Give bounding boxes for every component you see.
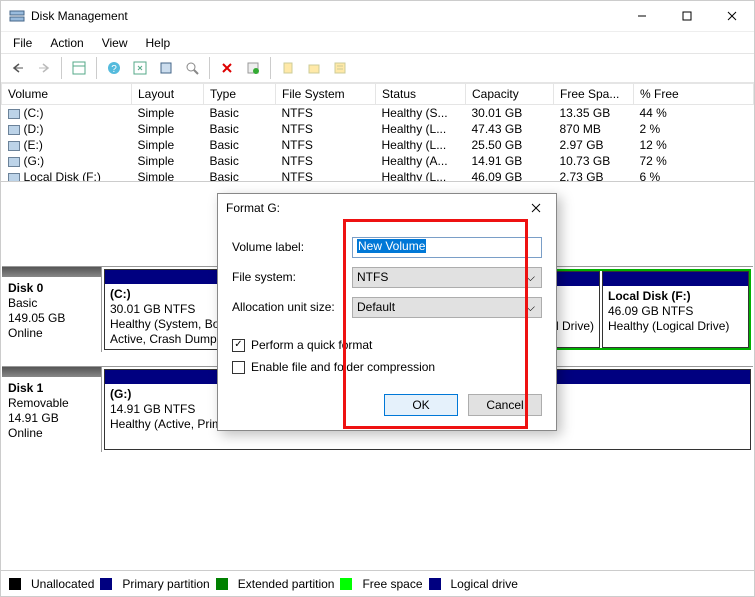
dialog-title: Format G:: [226, 201, 524, 215]
forward-button[interactable]: [33, 57, 55, 79]
compression-checkbox[interactable]: Enable file and folder compression: [232, 356, 542, 378]
dialog-titlebar: Format G:: [218, 194, 556, 222]
quick-format-checkbox[interactable]: ✓ Perform a quick format: [232, 334, 542, 356]
format-dialog: Format G: Volume label: New Volume File …: [217, 193, 557, 431]
toolbar: ?: [1, 53, 754, 83]
col-free[interactable]: Free Spa...: [554, 84, 634, 105]
ok-button[interactable]: OK: [384, 394, 458, 416]
svg-text:?: ?: [111, 64, 117, 75]
table-row[interactable]: (D:)SimpleBasicNTFSHealthy (L...47.43 GB…: [2, 121, 754, 137]
legend: Unallocated Primary partition Extended p…: [1, 570, 754, 596]
col-pct[interactable]: % Free: [634, 84, 754, 105]
menu-help[interactable]: Help: [138, 34, 179, 52]
app-icon: [9, 8, 25, 24]
table-row[interactable]: (E:)SimpleBasicNTFSHealthy (L...25.50 GB…: [2, 137, 754, 153]
col-capacity[interactable]: Capacity: [466, 84, 554, 105]
disk-0-name: Disk 0: [8, 281, 95, 295]
list-icon[interactable]: [329, 57, 351, 79]
disk-1-name: Disk 1: [8, 381, 95, 395]
file-system-label: File system:: [232, 270, 352, 284]
chevron-down-icon: ⌵: [526, 300, 535, 315]
menu-action[interactable]: Action: [42, 34, 91, 52]
col-status[interactable]: Status: [376, 84, 466, 105]
window-title: Disk Management: [31, 9, 619, 23]
window-buttons: [619, 2, 754, 30]
disk-1-header[interactable]: Disk 1 Removable 14.91 GB Online: [2, 367, 102, 452]
menu-file[interactable]: File: [5, 34, 40, 52]
disk-0-header[interactable]: Disk 0 Basic 149.05 GB Online: [2, 267, 102, 352]
properties-icon[interactable]: [181, 57, 203, 79]
volume-list: Volume Layout Type File System Status Ca…: [1, 83, 754, 182]
dialog-close-button[interactable]: [524, 196, 548, 220]
cancel-button[interactable]: Cancel: [468, 394, 542, 416]
minimize-button[interactable]: [619, 2, 664, 30]
table-row[interactable]: (G:)SimpleBasicNTFSHealthy (A...14.91 GB…: [2, 153, 754, 169]
settings-icon[interactable]: [155, 57, 177, 79]
table-row[interactable]: (C:)SimpleBasicNTFSHealthy (S...30.01 GB…: [2, 105, 754, 122]
maximize-button[interactable]: [664, 2, 709, 30]
view-icon[interactable]: [68, 57, 90, 79]
chevron-down-icon: ⌵: [526, 270, 535, 285]
menu-view[interactable]: View: [94, 34, 136, 52]
allocation-unit-select[interactable]: Default⌵: [352, 297, 542, 318]
titlebar: Disk Management: [1, 1, 754, 31]
help-icon[interactable]: ?: [103, 57, 125, 79]
back-button[interactable]: [7, 57, 29, 79]
close-button[interactable]: [709, 2, 754, 30]
disk-management-window: Disk Management File Action View Help ?: [0, 0, 755, 597]
col-volume[interactable]: Volume: [2, 84, 132, 105]
file-system-select[interactable]: NTFS⌵: [352, 267, 542, 288]
volume-label-input[interactable]: New Volume: [352, 237, 542, 258]
allocation-unit-label: Allocation unit size:: [232, 300, 352, 314]
open-icon[interactable]: [303, 57, 325, 79]
volume-label-label: Volume label:: [232, 240, 352, 254]
col-type[interactable]: Type: [204, 84, 276, 105]
checkbox-unchecked-icon: [232, 361, 245, 374]
table-row[interactable]: Local Disk (F:)SimpleBasicNTFSHealthy (L…: [2, 169, 754, 182]
action-icon[interactable]: [242, 57, 264, 79]
new-icon[interactable]: [277, 57, 299, 79]
menubar: File Action View Help: [1, 31, 754, 53]
delete-icon[interactable]: [216, 57, 238, 79]
checkbox-checked-icon: ✓: [232, 339, 245, 352]
col-layout[interactable]: Layout: [132, 84, 204, 105]
refresh-icon[interactable]: [129, 57, 151, 79]
col-fs[interactable]: File System: [276, 84, 376, 105]
partition-f[interactable]: Local Disk (F:)46.09 GB NTFSHealthy (Log…: [602, 271, 749, 348]
